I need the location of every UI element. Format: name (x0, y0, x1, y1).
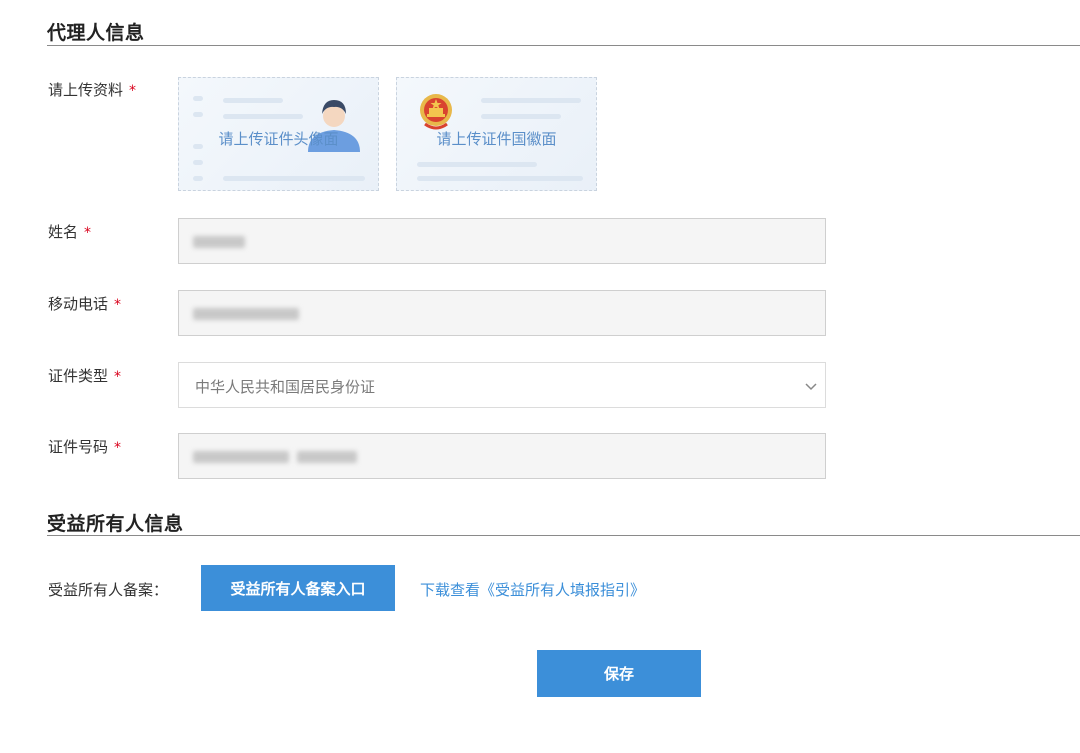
redacted-value (193, 236, 245, 248)
upload-front-text: 请上传证件头像面 (218, 130, 339, 148)
redacted-value (193, 451, 289, 463)
required-mark: * (114, 369, 122, 385)
redacted-value (193, 308, 299, 320)
mobile-input[interactable] (178, 290, 826, 336)
beneficiary-entry-button[interactable]: 受益所有人备案入口 (201, 565, 395, 611)
upload-id-front[interactable]: 请上传证件头像面 (178, 77, 379, 191)
name-label-text: 姓名 (48, 223, 79, 241)
beneficiary-section-divider (47, 535, 1080, 536)
beneficiary-section-title: 受益所有人信息 (47, 513, 184, 535)
required-mark: * (129, 83, 137, 99)
id-number-label: 证件号码 * (48, 436, 121, 457)
id-type-label-text: 证件类型 (48, 367, 109, 385)
required-mark: * (114, 297, 122, 313)
name-label: 姓名 * (48, 221, 91, 242)
upload-label-text: 请上传资料 (48, 81, 124, 99)
id-type-select[interactable]: 中华人民共和国居民身份证 (178, 362, 826, 408)
required-mark: * (114, 440, 122, 456)
upload-back-text: 请上传证件国徽面 (436, 130, 557, 148)
mobile-label: 移动电话 * (48, 293, 121, 314)
required-mark: * (84, 225, 92, 241)
mobile-label-text: 移动电话 (48, 295, 109, 313)
national-emblem-icon (420, 94, 452, 130)
id-type-label: 证件类型 * (48, 365, 121, 386)
id-number-label-text: 证件号码 (48, 438, 109, 456)
agent-section-title: 代理人信息 (47, 22, 145, 44)
redacted-value (297, 451, 357, 463)
upload-label: 请上传资料 * (48, 79, 136, 100)
chevron-down-icon (805, 383, 817, 391)
id-number-input[interactable] (178, 433, 826, 479)
save-button[interactable]: 保存 (537, 650, 701, 697)
upload-id-back[interactable]: 请上传证件国徽面 (396, 77, 597, 191)
guide-download-link[interactable]: 下载查看《受益所有人填报指引》 (420, 579, 645, 600)
name-input[interactable] (178, 218, 826, 264)
id-type-selected: 中华人民共和国居民身份证 (195, 378, 376, 396)
agent-section-divider (47, 45, 1080, 46)
beneficiary-filing-label: 受益所有人备案： (48, 581, 169, 599)
